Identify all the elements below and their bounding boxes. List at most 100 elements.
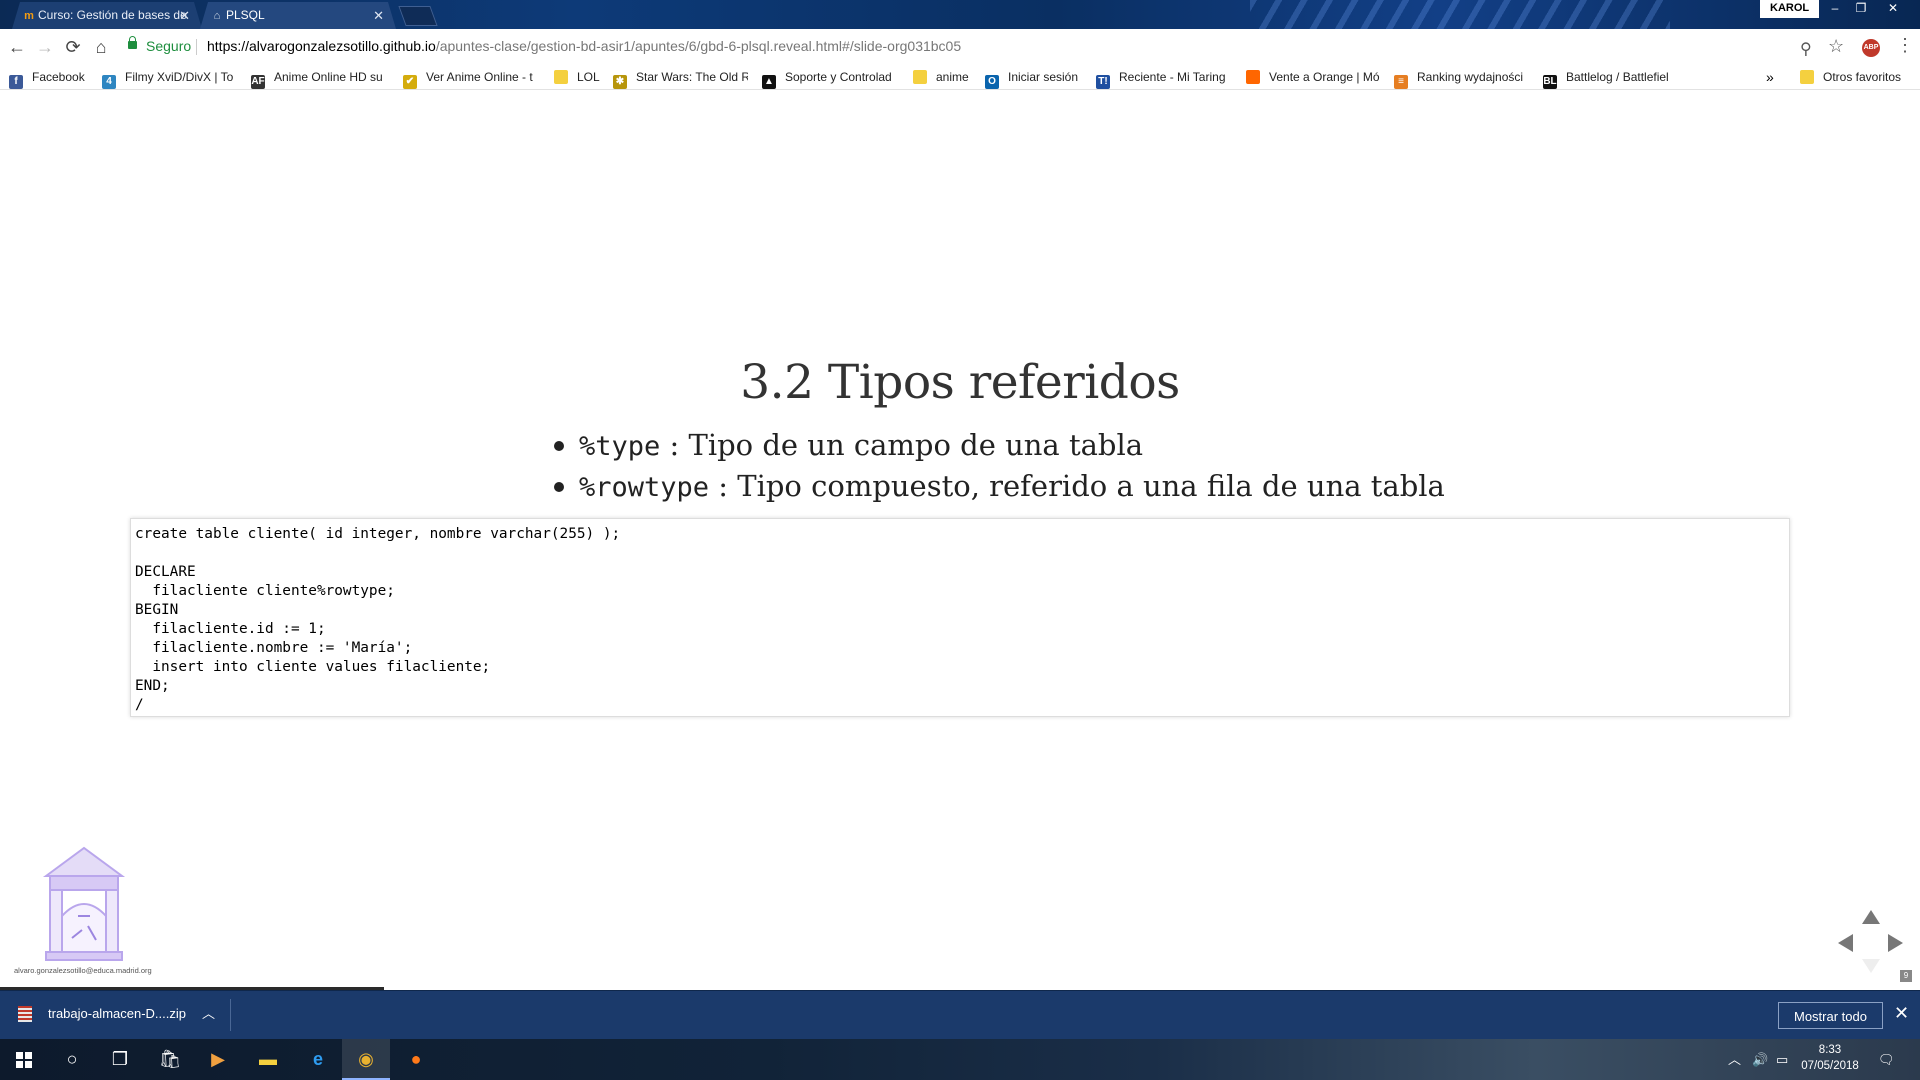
school-logo: [42, 846, 126, 961]
bookmark-taringa[interactable]: T! Reciente - Mi Taring: [1096, 65, 1231, 89]
address-separator: [196, 39, 197, 55]
moodle-icon: m: [24, 10, 34, 22]
slide-bullet-list: %type : Tipo de un campo de una tabla %r…: [554, 425, 1445, 507]
bookmark-soporte[interactable]: ▲ Soporte y Controlad: [762, 65, 897, 89]
bookmark-label: anime: [936, 70, 969, 84]
check-icon: ✔: [403, 75, 417, 89]
download-file-name[interactable]: trabajo-almacen-D....zip: [48, 1006, 186, 1021]
store-icon[interactable]: 🛍: [146, 1039, 194, 1080]
outlook-icon: O: [985, 75, 999, 89]
bookmark-ver-anime[interactable]: ✔ Ver Anime Online - t: [403, 65, 538, 89]
bookmark-battlelog[interactable]: BL Battlelog / Battlefiel: [1543, 65, 1678, 89]
cortana-search-icon[interactable]: ○: [48, 1039, 96, 1080]
search-icon[interactable]: ⚲: [1800, 39, 1812, 59]
bookmark-label: Vente a Orange | Mó: [1269, 70, 1380, 84]
bookmark-label: Facebook: [32, 70, 85, 84]
system-clock[interactable]: 8:33 07/05/2018: [1790, 1042, 1870, 1074]
ranking-icon: ≡: [1394, 75, 1408, 89]
security-indicator[interactable]: Seguro: [146, 38, 191, 54]
reload-button[interactable]: ⟳: [61, 35, 85, 59]
chevron-up-icon[interactable]: ︿: [202, 1003, 215, 1022]
address-bar[interactable]: Seguro https://alvarogonzalezsotillo.git…: [122, 33, 1840, 61]
tab-close-icon[interactable]: ✕: [373, 2, 384, 29]
bookmark-label: Soporte y Controlad: [785, 70, 892, 84]
start-button[interactable]: [0, 1039, 48, 1080]
close-window-button[interactable]: ✕: [1880, 0, 1906, 18]
bullet-code: %rowtype: [579, 472, 710, 503]
chrome-icon[interactable]: ◉: [342, 1039, 390, 1080]
volume-icon[interactable]: 🔊: [1752, 1039, 1768, 1080]
tab-label: Curso: Gestión de bases de: [38, 8, 187, 22]
forward-button[interactable]: →: [33, 35, 57, 59]
bookmark-folder-lol[interactable]: LOL: [554, 65, 604, 89]
bullet-type: %type : Tipo de un campo de una tabla: [554, 425, 1445, 466]
nav-right-arrow-icon[interactable]: [1888, 934, 1903, 952]
network-icon[interactable]: ▭: [1776, 1039, 1788, 1080]
url-host: https://alvarogonzalezsotillo.github.io: [207, 38, 436, 54]
bookmark-folder-anime[interactable]: anime: [913, 65, 977, 89]
facebook-icon: f: [9, 75, 23, 89]
nav-up-arrow-icon[interactable]: [1862, 910, 1880, 924]
bookmark-star-icon[interactable]: ☆: [1828, 36, 1844, 57]
code-text[interactable]: create table cliente( id integer, nombre…: [131, 519, 1789, 721]
browser-toolbar: ← → ⟳ ⌂ Seguro https://alvarogonzalezsot…: [0, 29, 1920, 66]
close-download-bar-icon[interactable]: ✕: [1894, 1003, 1909, 1024]
title-bar-decoration: [1250, 0, 1670, 29]
restore-button[interactable]: ❐: [1848, 0, 1874, 18]
home-button[interactable]: ⌂: [89, 35, 113, 59]
firefox-icon[interactable]: ●: [392, 1039, 440, 1080]
bookmark-label: Filmy XviD/DivX | To: [125, 70, 234, 84]
zip-file-icon: [18, 1006, 32, 1022]
battlelog-icon: BL: [1543, 75, 1557, 89]
edge-icon[interactable]: e: [294, 1039, 342, 1080]
back-button[interactable]: ←: [5, 35, 29, 59]
bookmark-ranking[interactable]: ≡ Ranking wydajności: [1394, 65, 1527, 89]
bookmark-label: Ranking wydajności: [1417, 70, 1524, 84]
nav-left-arrow-icon[interactable]: [1838, 934, 1853, 952]
bookmark-label: Iniciar sesión: [1008, 70, 1079, 84]
download-bar: trabajo-almacen-D....zip ︿ Mostrar todo …: [0, 990, 1920, 1039]
show-all-button[interactable]: Mostrar todo: [1778, 1002, 1883, 1029]
url-path: /apuntes-clase/gestion-bd-asir1/apuntes/…: [435, 38, 962, 54]
file-explorer-icon[interactable]: ▬: [244, 1039, 292, 1080]
bookmark-iniciar-sesion[interactable]: O Iniciar sesión: [985, 65, 1085, 89]
tab-curso[interactable]: m Curso: Gestión de bases de ✕: [12, 2, 202, 29]
tab-plsql[interactable]: ⌂ PLSQL ✕: [200, 2, 396, 29]
tab-close-icon[interactable]: ✕: [179, 2, 190, 29]
action-center-icon[interactable]: 🗨: [1878, 1039, 1895, 1080]
show-hidden-icons-chevron-icon[interactable]: ︿: [1728, 1039, 1741, 1080]
url-text[interactable]: https://alvarogonzalezsotillo.github.io/…: [207, 38, 961, 54]
bookmark-label: Otros favoritos: [1823, 70, 1902, 84]
new-tab-button[interactable]: [398, 6, 438, 26]
browser-title-bar: m Curso: Gestión de bases de ✕ ⌂ PLSQL ✕…: [0, 0, 1920, 29]
menu-icon[interactable]: ⋮: [1896, 35, 1914, 56]
bookmark-anime-online[interactable]: AF Anime Online HD su: [251, 65, 388, 89]
author-email: alvaro.gonzalezsotillo@educa.madrid.org: [14, 966, 152, 975]
more-bookmarks-chevron-icon[interactable]: »: [1766, 65, 1774, 89]
bookmark-orange[interactable]: Vente a Orange | Mó: [1246, 65, 1380, 89]
media-player-icon[interactable]: ▶: [194, 1039, 242, 1080]
slide-number: 9: [1900, 970, 1912, 982]
folder-icon: [554, 70, 568, 84]
code-block[interactable]: create table cliente( id integer, nombre…: [130, 518, 1790, 717]
windows-logo-icon: [16, 1052, 32, 1068]
clock-time: 8:33: [1818, 1044, 1842, 1056]
nav-down-arrow-icon[interactable]: [1862, 959, 1880, 973]
orange-icon: [1246, 70, 1260, 84]
bookmark-label: Star Wars: The Old R: [636, 70, 748, 84]
filmy-icon: 4: [102, 75, 116, 89]
page-icon: ⌂: [213, 10, 221, 22]
download-separator: [230, 999, 231, 1031]
bookmark-filmy[interactable]: 4 Filmy XviD/DivX | To: [102, 65, 237, 89]
profile-name[interactable]: KAROL: [1760, 0, 1820, 18]
bookmark-label: Anime Online HD su: [274, 70, 383, 84]
bookmark-label: Battlelog / Battlefiel: [1566, 70, 1669, 84]
task-view-icon[interactable]: ❐: [96, 1039, 144, 1080]
bookmark-star-wars[interactable]: ✱ Star Wars: The Old R: [613, 65, 748, 89]
slide-title: 3.2 Tipos referidos: [740, 355, 1180, 410]
minimize-button[interactable]: –: [1822, 0, 1848, 18]
bookmark-other-folder[interactable]: Otros favoritos: [1800, 65, 1918, 89]
bullet-text: : Tipo compuesto, referido a una fila de…: [709, 469, 1445, 503]
adblock-extension-icon[interactable]: ABP: [1862, 39, 1880, 57]
bookmark-facebook[interactable]: f Facebook: [9, 65, 91, 89]
